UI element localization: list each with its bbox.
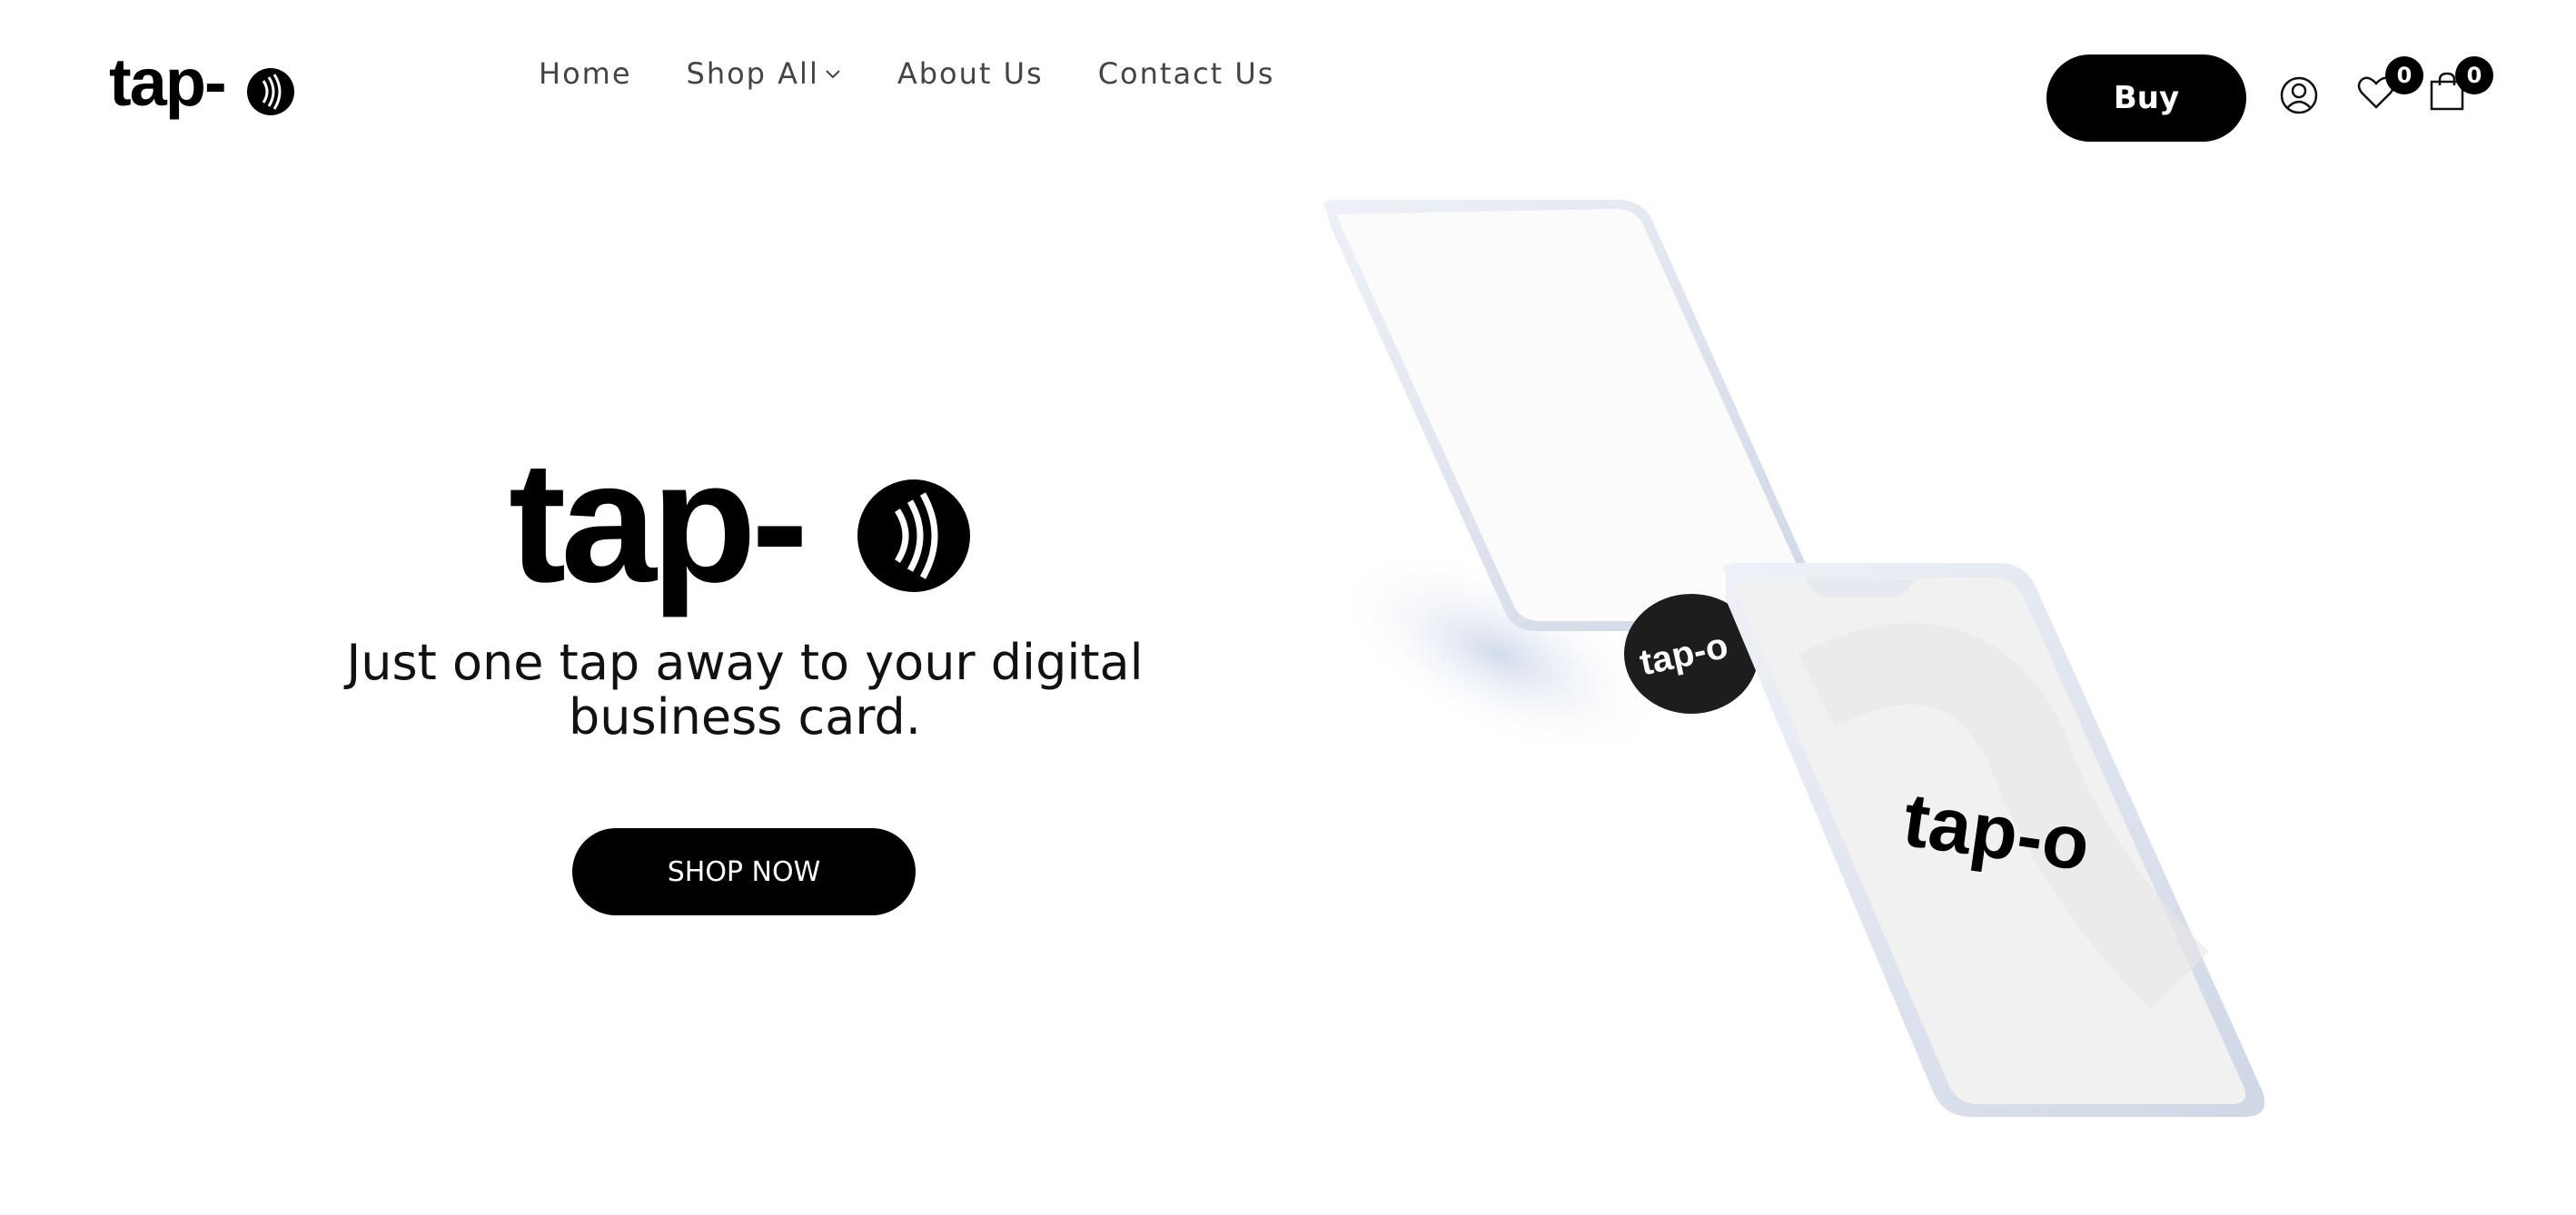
site-header: tap- Home Shop All About Us Contact Us B…: [0, 0, 2576, 182]
front-phone: tap-o: [1723, 563, 2265, 1117]
nav-home[interactable]: Home: [539, 56, 632, 91]
nav-about-us-label: About Us: [897, 56, 1044, 91]
nav-about-us[interactable]: About Us: [897, 56, 1044, 91]
chevron-down-icon: [826, 70, 840, 79]
wishlist-count-badge: 0: [2385, 56, 2423, 94]
buy-button[interactable]: Buy: [2046, 54, 2246, 142]
svg-text:tap-: tap-: [509, 445, 803, 618]
nav-contact-us-label: Contact Us: [1097, 56, 1275, 91]
shop-now-label: SHOP NOW: [667, 855, 821, 888]
site-logo[interactable]: tap-: [109, 53, 295, 131]
svg-text:tap-: tap-: [109, 53, 225, 120]
nav-shop-all-label: Shop All: [686, 56, 819, 91]
shop-now-button[interactable]: SHOP NOW: [572, 828, 916, 915]
page: tap- Home Shop All About Us Contact Us B…: [0, 0, 2576, 1215]
nav-home-label: Home: [539, 56, 632, 91]
nav-shop-all[interactable]: Shop All: [687, 56, 843, 91]
hero-tagline: Just one tap away to your digital busine…: [346, 634, 1144, 746]
nav-contact-us[interactable]: Contact Us: [1098, 56, 1275, 91]
cart-count-badge: 0: [2455, 56, 2493, 94]
phones-illustration: tap-o tap-o: [1323, 200, 2265, 1117]
main-nav: Home Shop All About Us Contact Us: [539, 53, 1329, 94]
buy-button-label: Buy: [2113, 80, 2180, 116]
account-icon[interactable]: [2280, 76, 2318, 114]
hero-logo: tap-: [509, 445, 970, 618]
